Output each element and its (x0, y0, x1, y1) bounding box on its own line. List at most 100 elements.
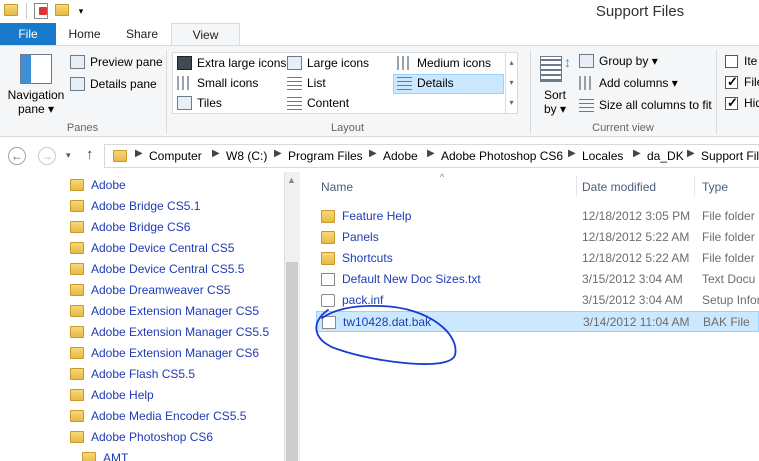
chevron-right-icon: ▶ (135, 148, 143, 159)
file-name: pack.inf (342, 293, 384, 307)
group-label-layout: Layout (330, 122, 365, 134)
divider (166, 50, 167, 134)
chevron-right-icon: ▶ (427, 148, 435, 159)
divider (530, 50, 531, 134)
tab-home[interactable]: Home (56, 23, 113, 45)
navigation-pane-label-2: pane ▾ (17, 102, 55, 116)
extra-large-icons-icon (177, 56, 192, 70)
table-row[interactable]: Feature Help 12/18/2012 3:05 PM File folde… (316, 206, 759, 227)
column-header-date[interactable]: Date modified (582, 180, 656, 194)
group-label-current-view: Current view (592, 122, 654, 134)
nav-scrollbar-thumb[interactable] (286, 262, 298, 461)
group-by-label: Group by ▾ (599, 54, 658, 68)
file-icon (322, 316, 336, 329)
customize-toolbar-icon[interactable]: ▾ (76, 4, 86, 18)
nav-item-label: Adobe Media Encoder CS5.5 (91, 409, 247, 423)
file-type: Text Docu (702, 272, 756, 286)
breadcrumb-program-files[interactable]: Program Files (288, 149, 363, 163)
file-date: 3/14/2012 11:04 AM (583, 315, 690, 329)
file-type: File folder (702, 251, 755, 265)
sort-by-button[interactable]: ↕ Sort by ▾ (536, 52, 574, 116)
table-row[interactable]: Panels 12/18/2012 5:22 AM File folder (316, 227, 759, 248)
nav-item-label: Adobe Extension Manager CS6 (91, 346, 260, 360)
breadcrumb-da-dk[interactable]: da_DK (647, 149, 684, 163)
chevron-right-icon: ▶ (369, 148, 377, 159)
file-type: File folder (702, 230, 755, 244)
folder-icon (70, 389, 84, 401)
up-button[interactable]: ↑ (86, 146, 94, 163)
navigation-pane-label: Navigation (7, 88, 65, 102)
breadcrumb-support-files[interactable]: Support Fil (701, 149, 759, 163)
table-row[interactable]: Shortcuts 12/18/2012 5:22 AM File folder (316, 248, 759, 269)
scroll-up-icon[interactable]: ▲ (287, 175, 296, 185)
file-name: Shortcuts (342, 251, 393, 265)
tiles-icon (177, 96, 192, 110)
layout-item-label: List (307, 76, 326, 90)
file-date: 3/15/2012 3:04 AM (582, 293, 683, 307)
address-row: ← → ▾ ↑ ▶ Computer ▶ W8 (C:) ▶ Program F… (0, 142, 759, 170)
nav-item-label: Adobe Extension Manager CS5.5 (91, 325, 270, 339)
chevron-right-icon: ▶ (633, 148, 641, 159)
table-row[interactable]: Default New Doc Sizes.txt 3/15/2012 3:04 … (316, 269, 759, 290)
gallery-scrollbar[interactable]: ▴ ▾ ▾ (505, 53, 517, 113)
medium-icons-icon (397, 56, 412, 70)
breadcrumb-locales[interactable]: Locales (582, 149, 623, 163)
chevron-right-icon: ▶ (568, 148, 576, 159)
navigation-pane-button[interactable]: Navigation pane ▾ (6, 50, 66, 116)
show-hide-label: Hid (744, 96, 759, 110)
table-row-selected[interactable]: tw10428.dat.bak 3/14/2012 11:04 AM BAK Fil… (316, 311, 759, 332)
folder-icon (70, 242, 84, 254)
forward-button[interactable]: → (38, 147, 56, 165)
folder-icon (70, 410, 84, 422)
breadcrumb-adobe[interactable]: Adobe (383, 149, 418, 163)
folder-icon (4, 4, 18, 16)
hidden-items-checkbox[interactable] (725, 95, 738, 111)
new-folder-icon[interactable] (55, 4, 69, 16)
table-row[interactable]: pack.inf 3/15/2012 3:04 AM Setup Infor (316, 290, 759, 311)
nav-item-label: Adobe Extension Manager CS5 (91, 304, 260, 318)
nav-item-label: Adobe Bridge CS6 (91, 220, 191, 234)
item-checkboxes-checkbox[interactable] (725, 55, 738, 68)
tab-share[interactable]: Share (113, 23, 171, 45)
file-date: 12/18/2012 3:05 PM (582, 209, 691, 223)
folder-icon (113, 150, 127, 162)
details-pane-icon (70, 77, 85, 91)
column-header-name[interactable]: Name (321, 180, 353, 194)
title-bar: ▾ Support Files (0, 0, 759, 23)
tab-view[interactable]: View (171, 23, 240, 46)
file-extensions-option[interactable]: File (725, 74, 759, 91)
column-header-type[interactable]: Type (702, 180, 728, 194)
divider (716, 50, 717, 134)
folder-icon (70, 431, 84, 443)
hidden-items-option[interactable]: Hid (725, 95, 759, 112)
file-name: Panels (342, 230, 379, 244)
content-icon (287, 96, 302, 110)
recent-locations-dropdown[interactable]: ▾ (66, 150, 71, 161)
file-type: BAK File (703, 315, 750, 329)
file-name: Default New Doc Sizes.txt (342, 272, 481, 286)
preview-pane-icon (70, 55, 85, 69)
nav-item-label: AMT (103, 451, 129, 461)
file-extensions-checkbox[interactable] (725, 74, 738, 90)
sort-label-2: by ▾ (543, 102, 567, 116)
item-checkboxes-option[interactable]: Ite (725, 54, 759, 70)
group-label-panes: Panes (66, 122, 99, 134)
file-date: 3/15/2012 3:04 AM (582, 272, 683, 286)
breadcrumb-computer[interactable]: Computer (149, 149, 202, 163)
size-columns-icon (579, 98, 594, 112)
nav-item-label: Adobe Help (91, 388, 154, 402)
folder-icon (321, 231, 335, 244)
breadcrumb-drive[interactable]: W8 (C:) (226, 149, 267, 163)
add-columns-icon (579, 76, 594, 90)
folder-icon (82, 452, 96, 461)
properties-icon[interactable] (34, 3, 48, 19)
nav-item-label: Adobe Photoshop CS6 (91, 430, 214, 444)
back-button[interactable]: ← (8, 147, 26, 165)
folder-icon (70, 221, 84, 233)
breadcrumb-photoshop[interactable]: Adobe Photoshop CS6 (441, 149, 563, 163)
details-icon (397, 76, 412, 90)
address-bar[interactable]: ▶ Computer ▶ W8 (C:) ▶ Program Files ▶ A… (104, 144, 759, 168)
file-date: 12/18/2012 5:22 AM (582, 230, 690, 244)
file-list: ^ Name Date modified Type Feature Help 12… (300, 172, 759, 461)
tab-file[interactable]: File (0, 23, 56, 45)
